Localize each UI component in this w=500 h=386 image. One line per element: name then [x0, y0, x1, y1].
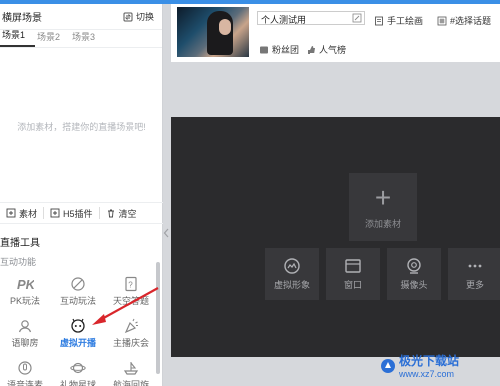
- scene-title: 横屏场景: [2, 13, 42, 24]
- tab-scene-3[interactable]: 场景3: [70, 30, 105, 47]
- clear-label: 清空: [118, 208, 137, 219]
- more-icon: [468, 264, 482, 268]
- gift-planet-item[interactable]: 礼物星球: [53, 360, 103, 386]
- left-panel: 横屏场景 切换 场景1 场景2 场景3 添加素材，搭建你的直播场景吧! 素材 H…: [0, 4, 163, 386]
- fan-group-tag[interactable]: 粉丝团: [259, 43, 299, 56]
- watermark-title: 极光下载站: [399, 354, 460, 368]
- anchor-party-item[interactable]: 主播庆会: [106, 318, 156, 349]
- fan-group-label: 粉丝团: [272, 45, 300, 55]
- voice-link-icon: [18, 361, 32, 375]
- interactive-features-subtitle: 互动功能: [0, 257, 37, 267]
- tab-scene-1[interactable]: 场景1: [0, 28, 36, 47]
- h5-plugin-button[interactable]: H5插件: [44, 207, 99, 220]
- book-icon: [375, 16, 383, 25]
- voice-link-item[interactable]: 语音连麦: [0, 360, 50, 386]
- watermark-logo-icon: [381, 358, 395, 373]
- voice-link-label: 语音连麦: [6, 380, 43, 386]
- voice-room-label: 语聊房: [11, 338, 39, 348]
- scene-header: 横屏场景 切换: [0, 4, 162, 30]
- live-tools-title: 直播工具: [0, 238, 40, 249]
- scene-tabs: 场景1 场景2 场景3: [0, 30, 162, 48]
- hashtag-icon: [437, 16, 447, 25]
- h5-plugin-label: H5插件: [63, 208, 93, 219]
- voyage-label: 航海回旋: [112, 380, 149, 386]
- pk-icon: PK: [17, 277, 34, 292]
- plus-icon: [50, 208, 60, 218]
- empty-scene-message: 添加素材，搭建你的直播场景吧!: [17, 122, 146, 132]
- material-toolbar: 素材 H5插件 清空: [0, 202, 163, 224]
- virtual-stream-item[interactable]: 虚拟开播: [53, 318, 103, 349]
- party-icon: [124, 318, 138, 334]
- add-material-label: 素材: [19, 208, 38, 219]
- camera-button[interactable]: 摄像头: [387, 248, 441, 300]
- edit-icon[interactable]: [352, 13, 362, 23]
- virtual-stream-label: 虚拟开播: [59, 338, 96, 348]
- interactive-play-label: 互动玩法: [59, 296, 96, 306]
- sky-quiz-item[interactable]: ? 天空答题: [106, 276, 156, 307]
- voice-room-item[interactable]: 语聊房: [0, 318, 50, 349]
- plus-icon: [6, 208, 16, 218]
- svg-text:?: ?: [128, 281, 133, 290]
- window-capture-label: 窗口: [343, 280, 362, 290]
- sky-quiz-label: 天空答题: [112, 296, 149, 306]
- window-icon: [345, 259, 361, 273]
- collapse-panel-handle[interactable]: [163, 226, 169, 240]
- more-sources-label: 更多: [465, 280, 484, 290]
- interactive-icon: [71, 277, 85, 291]
- add-material-tile-label: 添加素材: [364, 219, 401, 229]
- camera-label: 摄像头: [400, 280, 428, 290]
- clear-button[interactable]: 清空: [100, 207, 143, 220]
- svg-text:PK: PK: [17, 277, 34, 292]
- chevron-left-icon: [163, 228, 169, 238]
- virtual-stream-icon: [71, 318, 85, 333]
- preview-stage[interactable]: + 添加素材 虚拟形象 窗口 摄像头 更多: [171, 117, 500, 357]
- topic-tag[interactable]: #选择话题: [437, 14, 491, 27]
- voyage-icon: [123, 362, 139, 375]
- trash-icon: [107, 209, 114, 218]
- pk-play-label: PK玩法: [9, 296, 40, 306]
- popularity-tag[interactable]: 人气榜: [306, 43, 346, 56]
- cover-figure-face: [219, 19, 231, 35]
- watermark: 极光下载站 www.xz7.com: [380, 352, 459, 379]
- switch-label: 切换: [135, 12, 154, 22]
- fan-group-icon: [260, 46, 268, 53]
- virtual-avatar-label: 虚拟形象: [273, 280, 310, 290]
- avatar-icon: [284, 258, 300, 274]
- switch-button[interactable]: 切换: [123, 10, 154, 23]
- thumb-icon: [308, 45, 315, 54]
- plus-icon: +: [374, 182, 392, 213]
- virtual-avatar-button[interactable]: 虚拟形象: [265, 248, 319, 300]
- voyage-item[interactable]: 航海回旋: [106, 360, 156, 386]
- topic-label: #选择话题: [450, 16, 492, 26]
- watermark-url: www.xz7.com: [399, 369, 455, 379]
- gift-planet-label: 礼物星球: [59, 380, 96, 386]
- camera-icon: [407, 258, 421, 274]
- window-capture-button[interactable]: 窗口: [326, 248, 380, 300]
- switch-icon: [123, 12, 133, 21]
- more-sources-button[interactable]: 更多: [448, 248, 500, 300]
- category-tag[interactable]: 手工绘画: [374, 14, 423, 27]
- stream-cover-thumbnail[interactable]: [177, 7, 249, 57]
- tab-scene-2[interactable]: 场景2: [35, 30, 70, 47]
- category-label: 手工绘画: [387, 16, 424, 26]
- question-icon: ?: [125, 276, 137, 292]
- tools-scrollbar[interactable]: [156, 262, 160, 374]
- stream-title-field[interactable]: 个人测试用: [257, 11, 365, 25]
- voice-room-icon: [18, 320, 32, 333]
- stream-title-value: 个人测试用: [261, 15, 307, 25]
- gift-planet-icon: [70, 362, 86, 374]
- add-material-tile[interactable]: + 添加素材: [349, 173, 417, 241]
- interactive-play-item[interactable]: 互动玩法: [53, 276, 103, 307]
- pk-play-item[interactable]: PK PK玩法: [0, 276, 50, 307]
- popularity-label: 人气榜: [319, 45, 347, 55]
- add-material-button[interactable]: 素材: [0, 207, 43, 220]
- anchor-party-label: 主播庆会: [112, 338, 149, 348]
- stream-info-card: 个人测试用 手工绘画 #选择话题 粉丝团 人气榜: [171, 4, 500, 62]
